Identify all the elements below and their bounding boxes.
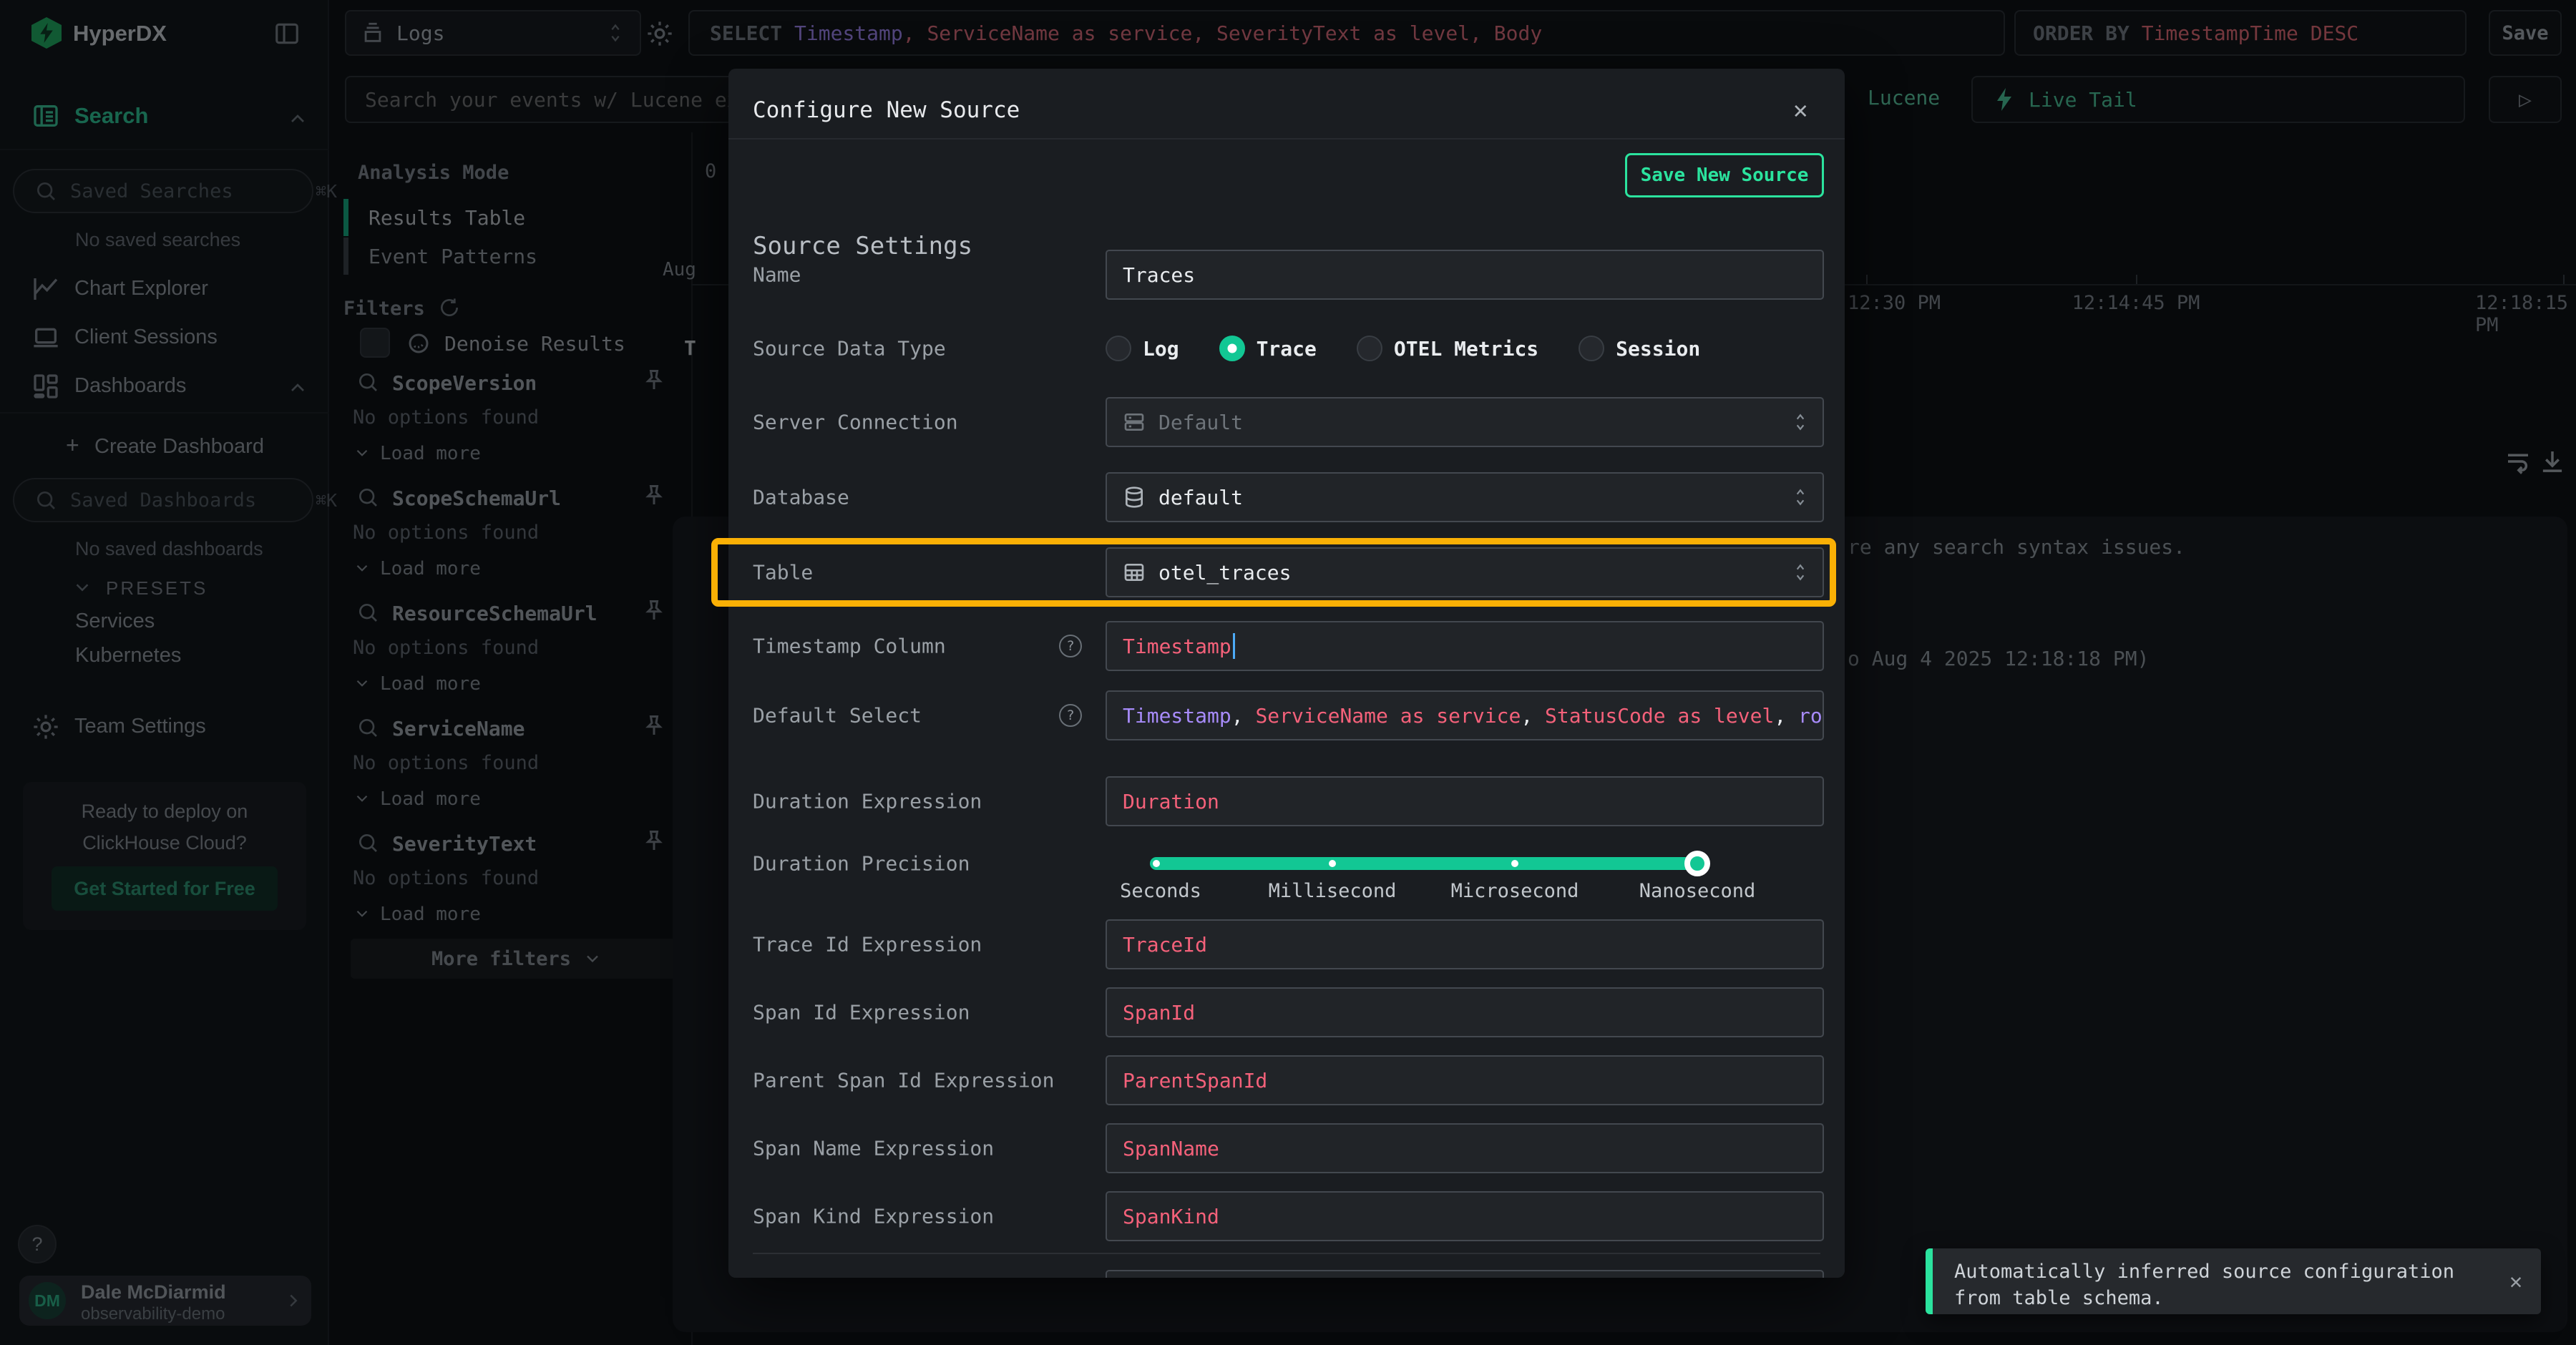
radio-trace-label[interactable]: Trace	[1257, 337, 1317, 361]
table-icon	[1123, 561, 1146, 584]
span-id-expression-input[interactable]: SpanId	[1106, 987, 1824, 1037]
help-circle-icon: ?	[1059, 635, 1082, 657]
trace-id-expression-label: Trace Id Expression	[753, 933, 982, 957]
trace-id-expression-input[interactable]: TraceId	[1106, 919, 1824, 969]
slider-mark-labels: Seconds Millisecond Microsecond Nanoseco…	[728, 880, 1845, 909]
slider-mark[interactable]	[1511, 860, 1518, 867]
table-label: Table	[753, 561, 813, 585]
radio-trace[interactable]	[1219, 336, 1245, 361]
toast-accent-bar	[1926, 1248, 1933, 1314]
radio-log-label[interactable]: Log	[1143, 337, 1179, 361]
span-id-expression-label: Span Id Expression	[753, 1001, 970, 1024]
name-label: Name	[753, 263, 801, 287]
modal-title: Configure New Source	[753, 97, 1020, 123]
radio-otel-metrics[interactable]	[1357, 336, 1382, 361]
source-data-type-radios: Log Trace OTEL Metrics Session	[1106, 336, 1740, 361]
database-label: Database	[753, 486, 849, 509]
radio-otel-metrics-label[interactable]: OTEL Metrics	[1394, 337, 1538, 361]
radio-session-label[interactable]: Session	[1616, 337, 1700, 361]
span-name-expression-label: Span Name Expression	[753, 1137, 994, 1160]
save-new-source-button[interactable]: Save New Source	[1625, 153, 1824, 197]
selector-icon	[1791, 486, 1810, 509]
span-kind-expression-label: Span Kind Expression	[753, 1205, 994, 1228]
timestamp-column-label: Timestamp Column	[753, 635, 946, 658]
parent-span-id-expression-label: Parent Span Id Expression	[753, 1069, 1054, 1092]
radio-log[interactable]	[1106, 336, 1131, 361]
duration-precision-slider[interactable]	[1150, 857, 1697, 870]
span-name-expression-input[interactable]: SpanName	[1106, 1123, 1824, 1173]
name-input[interactable]	[1123, 263, 1807, 287]
server-icon	[1123, 411, 1146, 434]
duration-expression-input[interactable]: Duration	[1106, 776, 1824, 826]
default-select-label: Default Select	[753, 704, 922, 728]
server-connection-label: Server Connection	[753, 411, 958, 434]
slider-thumb[interactable]	[1684, 851, 1710, 876]
default-select-input[interactable]: Timestamp, ServiceName as service, Statu…	[1106, 690, 1824, 740]
close-icon[interactable]: ✕	[1793, 96, 1807, 124]
text-cursor	[1233, 633, 1235, 659]
name-input-wrap[interactable]	[1106, 250, 1824, 300]
parent-span-id-expression-input[interactable]: ParentSpanId	[1106, 1055, 1824, 1105]
duration-precision-label: Duration Precision	[753, 852, 970, 876]
modal-bottom-divider	[753, 1253, 1820, 1254]
database-icon	[1123, 486, 1146, 509]
table-select[interactable]: otel_traces	[1106, 547, 1824, 597]
selector-icon	[1791, 411, 1810, 434]
timestamp-column-input[interactable]: Timestamp	[1106, 621, 1824, 671]
configure-source-modal: Configure New Source ✕ Source Settings S…	[728, 69, 1845, 1278]
duration-expression-label: Duration Expression	[753, 790, 982, 813]
toast-close-icon[interactable]: ✕	[2491, 1248, 2541, 1314]
server-connection-select[interactable]: Default	[1106, 397, 1824, 447]
modal-header-divider	[728, 138, 1845, 140]
section-title: Source Settings	[753, 232, 972, 260]
help-circle-icon: ?	[1059, 704, 1082, 727]
source-data-type-label: Source Data Type	[753, 337, 946, 361]
slider-mark[interactable]	[1329, 860, 1336, 867]
database-select[interactable]: default	[1106, 472, 1824, 522]
slider-mark[interactable]	[1153, 860, 1160, 867]
radio-session[interactable]	[1579, 336, 1604, 361]
partial-input-cut	[1106, 1270, 1824, 1278]
selector-icon	[1791, 561, 1810, 584]
toast-message: Automatically inferred source configurat…	[1933, 1248, 2491, 1314]
span-kind-expression-input[interactable]: SpanKind	[1106, 1191, 1824, 1241]
toast-notification: Automatically inferred source configurat…	[1926, 1248, 2541, 1314]
